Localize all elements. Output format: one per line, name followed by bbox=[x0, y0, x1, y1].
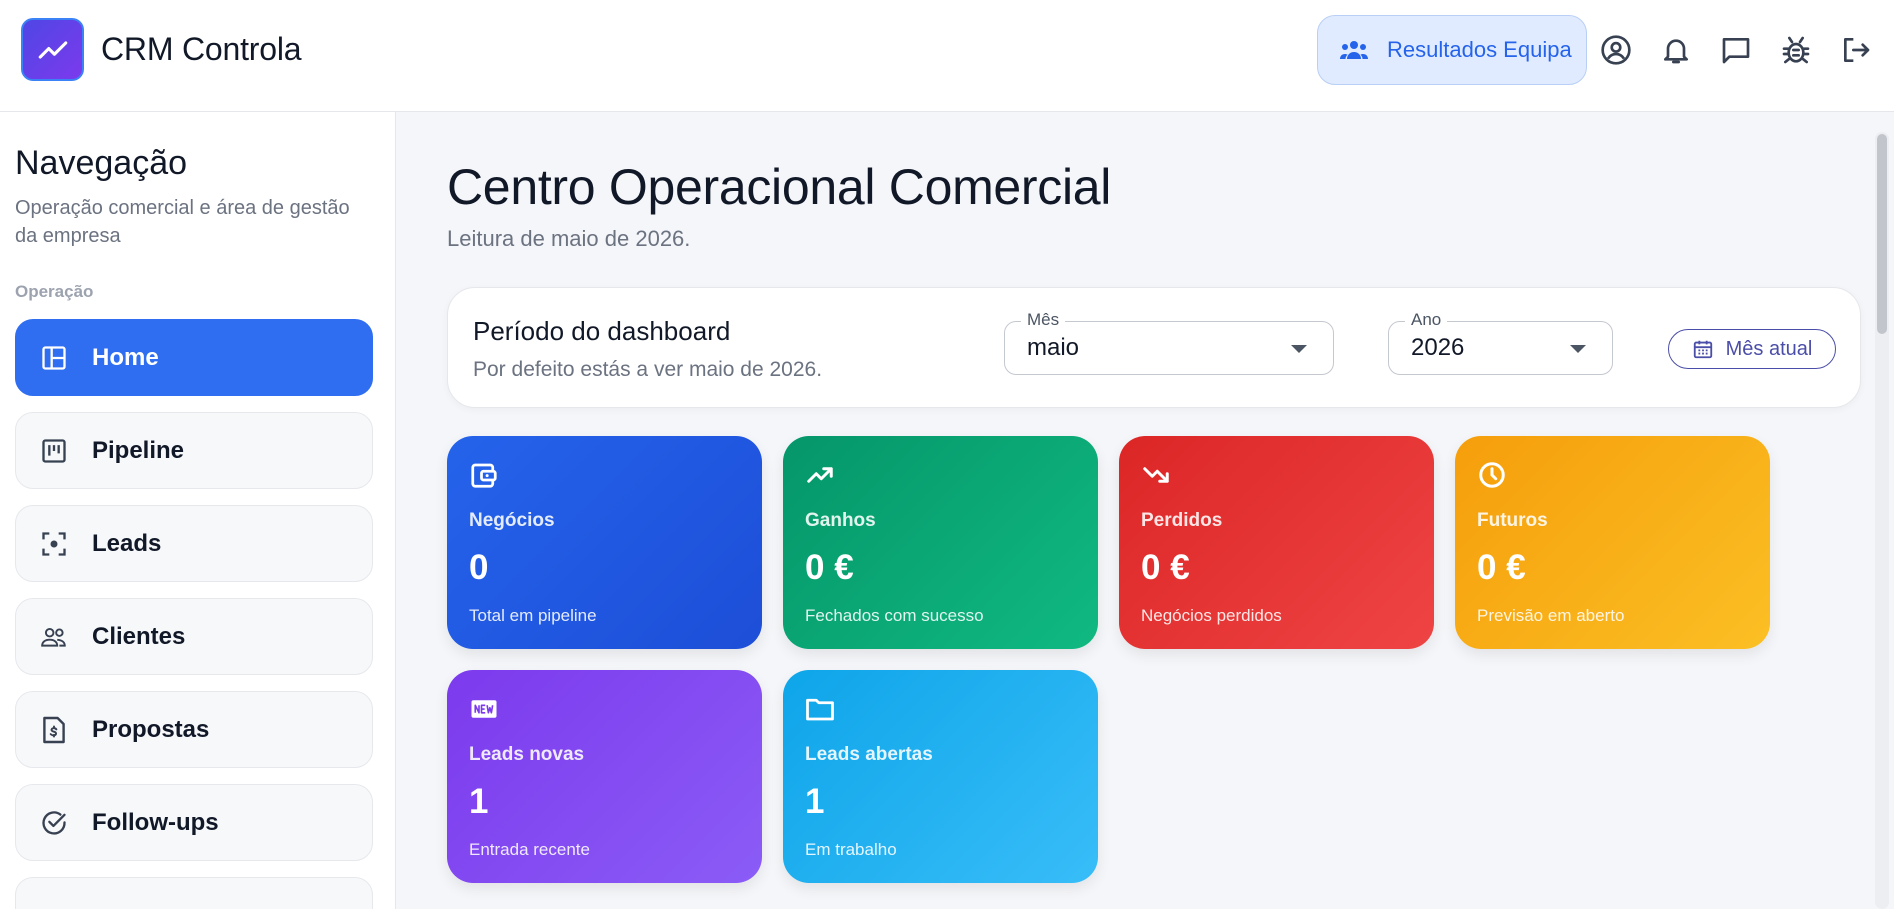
period-subtitle: Por defeito estás a ver maio de 2026. bbox=[473, 358, 823, 381]
check-circle-icon bbox=[40, 809, 68, 837]
logout-icon[interactable] bbox=[1838, 32, 1874, 68]
kpi-card-leads-novas[interactable]: Leads novas 1 Entrada recente bbox=[447, 670, 762, 883]
target-icon bbox=[40, 530, 68, 558]
people-icon bbox=[40, 623, 68, 651]
period-title: Período do dashboard bbox=[473, 316, 731, 346]
group-icon bbox=[1340, 41, 1368, 59]
sidebar-item-label: Follow-ups bbox=[92, 808, 219, 836]
sidebar-item-label: Propostas bbox=[92, 715, 210, 743]
sidebar-item-propostas[interactable]: Propostas bbox=[15, 691, 373, 768]
month-select[interactable]: Mês maio bbox=[1004, 310, 1334, 375]
trending-down-icon bbox=[1143, 467, 1169, 483]
sidebar-item-pipeline[interactable]: Pipeline bbox=[15, 412, 373, 489]
kpi-card-futuros[interactable]: Futuros 0 € Previsão em aberto bbox=[1455, 436, 1770, 649]
year-select-value: 2026 bbox=[1411, 334, 1465, 361]
caret-down-icon bbox=[1291, 345, 1307, 353]
kpi-card-negocios[interactable]: Negócios 0 Total em pipeline bbox=[447, 436, 762, 649]
kpi-label: Negócios bbox=[469, 510, 555, 531]
sidebar-section-label: Operação bbox=[15, 282, 94, 301]
new-badge-icon bbox=[471, 700, 497, 718]
sidebar-item-label: Leads bbox=[92, 529, 162, 557]
kpi-label: Leads novas bbox=[469, 744, 585, 765]
kpi-card-perdidos[interactable]: Perdidos 0 € Negócios perdidos bbox=[1119, 436, 1434, 649]
team-results-button[interactable]: Resultados Equipa bbox=[1317, 15, 1587, 85]
main-scrollbar-thumb[interactable] bbox=[1877, 134, 1887, 334]
team-results-label: Resultados Equipa bbox=[1387, 37, 1572, 62]
month-select-value: maio bbox=[1027, 334, 1080, 361]
bug-icon[interactable] bbox=[1778, 32, 1814, 68]
kpi-footnote: Negócios perdidos bbox=[1141, 606, 1282, 625]
kpi-footnote: Em trabalho bbox=[805, 840, 897, 859]
page-subtitle: Leitura de maio de 2026. bbox=[447, 226, 691, 251]
sidebar-item-home[interactable]: Home bbox=[15, 319, 373, 396]
sidebar-item-leads[interactable]: Leads bbox=[15, 505, 373, 582]
year-select-label: Ano bbox=[1405, 310, 1448, 330]
kanban-icon bbox=[40, 437, 68, 465]
current-month-button[interactable]: Mês atual bbox=[1668, 329, 1836, 369]
sidebar: Navegação Operação comercial e área de g… bbox=[0, 112, 396, 909]
kpi-card-leads-abertas[interactable]: Leads abertas 1 Em trabalho bbox=[783, 670, 1098, 883]
main-content: Centro Operacional Comercial Leitura de … bbox=[397, 112, 1894, 909]
kpi-label: Perdidos bbox=[1141, 510, 1223, 531]
kpi-value: 0 bbox=[469, 548, 489, 587]
kpi-footnote: Previsão em aberto bbox=[1477, 606, 1625, 625]
app-title: CRM Controla bbox=[101, 31, 302, 67]
main-scrollbar[interactable] bbox=[1875, 132, 1889, 909]
trending-up-icon bbox=[38, 40, 67, 59]
kpi-footnote: Fechados com sucesso bbox=[805, 606, 984, 625]
sidebar-subtitle: Operação comercial e área de gestão da e… bbox=[15, 197, 350, 247]
chat-icon[interactable] bbox=[1718, 32, 1754, 68]
dashboard-icon bbox=[40, 344, 68, 372]
sidebar-item-label: Home bbox=[92, 343, 159, 371]
kpi-card-ganhos[interactable]: Ganhos 0 € Fechados com sucesso bbox=[783, 436, 1098, 649]
kpi-label: Ganhos bbox=[805, 510, 876, 531]
page-title: Centro Operacional Comercial bbox=[447, 159, 1112, 215]
sidebar-item-more[interactable] bbox=[15, 877, 373, 909]
kpi-value: 1 bbox=[469, 782, 489, 821]
year-select[interactable]: Ano 2026 bbox=[1388, 310, 1613, 375]
sidebar-item-clientes[interactable]: Clientes bbox=[15, 598, 373, 675]
sidebar-item-label: Clientes bbox=[92, 622, 186, 650]
top-bar: CRM Controla Resultados Equipa bbox=[0, 0, 1894, 112]
kpi-value: 0 € bbox=[805, 548, 854, 587]
wallet-icon bbox=[471, 463, 497, 488]
account-circle-icon[interactable] bbox=[1598, 32, 1634, 68]
sidebar-item-label: Pipeline bbox=[92, 436, 185, 464]
folder-icon bbox=[806, 698, 834, 721]
bell-icon[interactable] bbox=[1658, 32, 1694, 68]
kpi-value: 1 bbox=[805, 782, 825, 821]
month-select-label: Mês bbox=[1021, 310, 1066, 330]
kpi-label: Futuros bbox=[1477, 510, 1548, 531]
clock-icon bbox=[1479, 462, 1505, 488]
kpi-value: 0 € bbox=[1477, 548, 1526, 587]
trending-up-icon bbox=[807, 467, 833, 483]
app-logo[interactable] bbox=[21, 18, 84, 81]
calendar-icon bbox=[1693, 340, 1712, 359]
kpi-label: Leads abertas bbox=[805, 744, 933, 765]
sidebar-title: Navegação bbox=[15, 144, 188, 182]
sidebar-item-follow-ups[interactable]: Follow-ups bbox=[15, 784, 373, 861]
kpi-footnote: Total em pipeline bbox=[469, 606, 597, 625]
kpi-value: 0 € bbox=[1141, 548, 1190, 587]
document-euro-icon bbox=[40, 716, 68, 744]
caret-down-icon bbox=[1570, 345, 1586, 353]
kpi-footnote: Entrada recente bbox=[469, 840, 590, 859]
period-card: Período do dashboard Por defeito estás a… bbox=[447, 287, 1861, 408]
current-month-label: Mês atual bbox=[1725, 337, 1813, 360]
